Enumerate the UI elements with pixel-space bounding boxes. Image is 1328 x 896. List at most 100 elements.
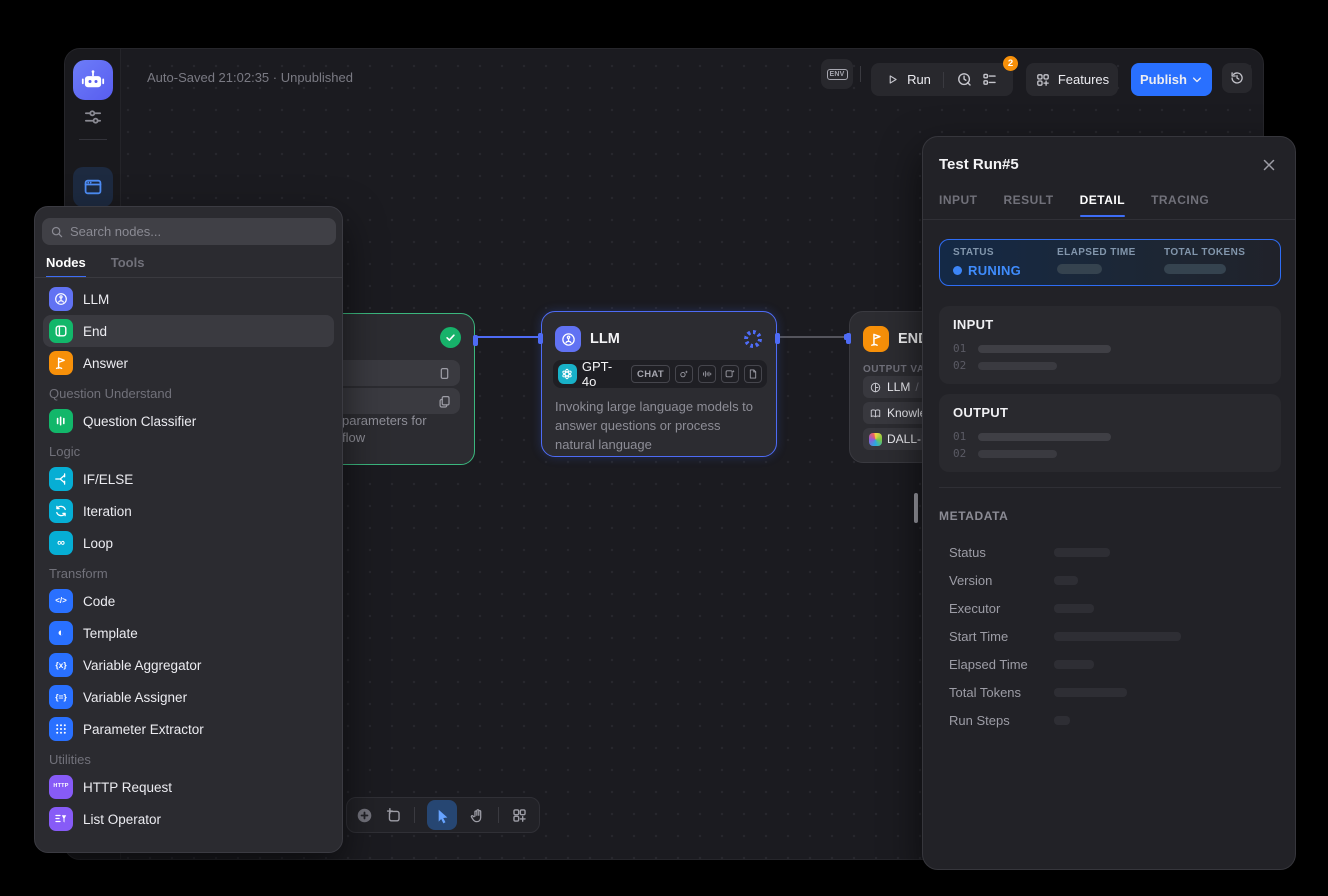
metadata-key: Total Tokens (949, 685, 1054, 700)
play-icon[interactable] (886, 73, 899, 86)
publish-button[interactable]: Publish (1131, 63, 1212, 96)
end-flag-icon (863, 326, 889, 352)
connection-handle[interactable] (846, 333, 851, 344)
search-box[interactable] (42, 218, 336, 245)
run-history-icon[interactable] (956, 71, 973, 88)
copy-icon (437, 394, 452, 409)
workflow-window-button[interactable] (73, 167, 113, 207)
node-item-if-else[interactable]: IF/ELSE (43, 463, 334, 495)
tab-tools[interactable]: Tools (111, 255, 145, 278)
app-logo[interactable] (73, 60, 113, 100)
metadata-key: Start Time (949, 629, 1054, 644)
input-label: INPUT (953, 317, 994, 332)
node-item-template[interactable]: ◐Template (43, 617, 334, 649)
tab-result[interactable]: RESULT (1004, 193, 1054, 217)
tab-tracing[interactable]: TRACING (1151, 193, 1209, 217)
tab-input[interactable]: INPUT (939, 193, 978, 217)
divider (939, 487, 1281, 488)
llm-mini-icon (869, 381, 882, 394)
pointer-mode-button[interactable] (427, 800, 457, 830)
node-item-label: Loop (83, 536, 113, 551)
node-list: LLMEndAnswerQuestion UnderstandQuestion … (35, 279, 342, 839)
llm-icon (555, 326, 581, 352)
llm-node-title: LLM (590, 331, 620, 347)
skeleton-bar (1054, 716, 1070, 725)
metadata-row-executor: Executor (949, 594, 1281, 622)
search-input[interactable] (70, 224, 328, 239)
answer-icon (49, 351, 73, 375)
close-icon[interactable] (1261, 157, 1277, 173)
llm-icon (49, 287, 73, 311)
robot-icon (81, 68, 105, 92)
tab-nodes[interactable]: Nodes (46, 255, 86, 278)
metadata-key: Version (949, 573, 1054, 588)
checklist-icon[interactable] (981, 71, 998, 88)
metadata-key: Executor (949, 601, 1054, 616)
output-card: OUTPUT 0102 (939, 394, 1281, 472)
node-item-list-operator[interactable]: List Operator (43, 803, 334, 835)
model-selector[interactable]: GPT-4o CHAT (553, 360, 767, 388)
node-item-iteration[interactable]: Iteration (43, 495, 334, 527)
history-icon (1229, 70, 1245, 86)
skeleton-bar (1057, 264, 1102, 274)
connection-handle[interactable] (538, 333, 543, 344)
node-item-loop[interactable]: ∞Loop (43, 527, 334, 559)
list-operator-icon (49, 807, 73, 831)
add-note-button[interactable] (385, 807, 402, 824)
node-item-parameter-extractor[interactable]: Parameter Extractor (43, 713, 334, 745)
http-request-icon: HTTP (49, 775, 73, 799)
tab-detail[interactable]: DETAIL (1080, 193, 1125, 217)
image-icon (721, 365, 739, 383)
node-item-label: Code (83, 594, 115, 609)
divider (79, 139, 107, 140)
connection-handle[interactable] (473, 335, 478, 346)
llm-node[interactable]: LLM GPT-4o CHAT Invoking large language … (541, 311, 777, 457)
node-item-end[interactable]: End (43, 315, 334, 347)
env-button[interactable]: ENV (821, 59, 853, 89)
template-icon: ◐ (49, 621, 73, 645)
vision-icon (675, 365, 693, 383)
node-item-answer[interactable]: Answer (43, 347, 334, 379)
features-button[interactable]: Features (1026, 63, 1118, 96)
node-item-variable-assigner[interactable]: {=}Variable Assigner (43, 681, 334, 713)
output-label: OUTPUT (953, 405, 1008, 420)
node-item-label: Iteration (83, 504, 132, 519)
divider (923, 219, 1295, 220)
if-else-icon (49, 467, 73, 491)
skeleton-bar (1054, 576, 1078, 585)
metadata-key: Elapsed Time (949, 657, 1054, 672)
cursor-icon (434, 807, 451, 824)
edge-start-llm (475, 336, 541, 338)
skeleton-bar (1164, 264, 1226, 274)
node-item-question-classifier[interactable]: Question Classifier (43, 405, 334, 437)
node-search-panel: Nodes Tools LLMEndAnswerQuestion Underst… (34, 206, 343, 853)
node-item-label: End (83, 324, 107, 339)
divider (498, 807, 499, 823)
canvas-scrollbar[interactable] (914, 493, 918, 523)
version-history-button[interactable] (1222, 63, 1252, 93)
document-icon (437, 366, 452, 381)
node-item-http-request[interactable]: HTTPHTTP Request (43, 771, 334, 803)
features-icon (1035, 72, 1051, 88)
loading-spinner-icon (744, 330, 762, 348)
hand-mode-button[interactable] (469, 807, 486, 824)
iteration-icon (49, 499, 73, 523)
openai-icon (558, 364, 577, 384)
connection-handle[interactable] (775, 333, 780, 344)
skeleton-bar (1054, 548, 1110, 557)
divider (414, 807, 415, 823)
divider (35, 277, 342, 278)
run-button[interactable]: Run (907, 72, 931, 87)
add-node-button[interactable] (356, 807, 373, 824)
node-item-label: Question Classifier (83, 414, 196, 429)
node-item-variable-aggregator[interactable]: {x}Variable Aggregator (43, 649, 334, 681)
node-item-code[interactable]: </>Code (43, 585, 334, 617)
node-item-llm[interactable]: LLM (43, 283, 334, 315)
organize-nodes-button[interactable] (511, 807, 528, 824)
chat-tag: CHAT (631, 365, 670, 383)
preferences-sliders-icon[interactable] (82, 106, 104, 128)
panel-tabs: Nodes Tools (46, 255, 144, 278)
total-tokens-label: TOTAL TOKENS (1164, 247, 1245, 258)
knowledge-icon (869, 407, 882, 420)
status-value: RUNING (968, 263, 1021, 278)
